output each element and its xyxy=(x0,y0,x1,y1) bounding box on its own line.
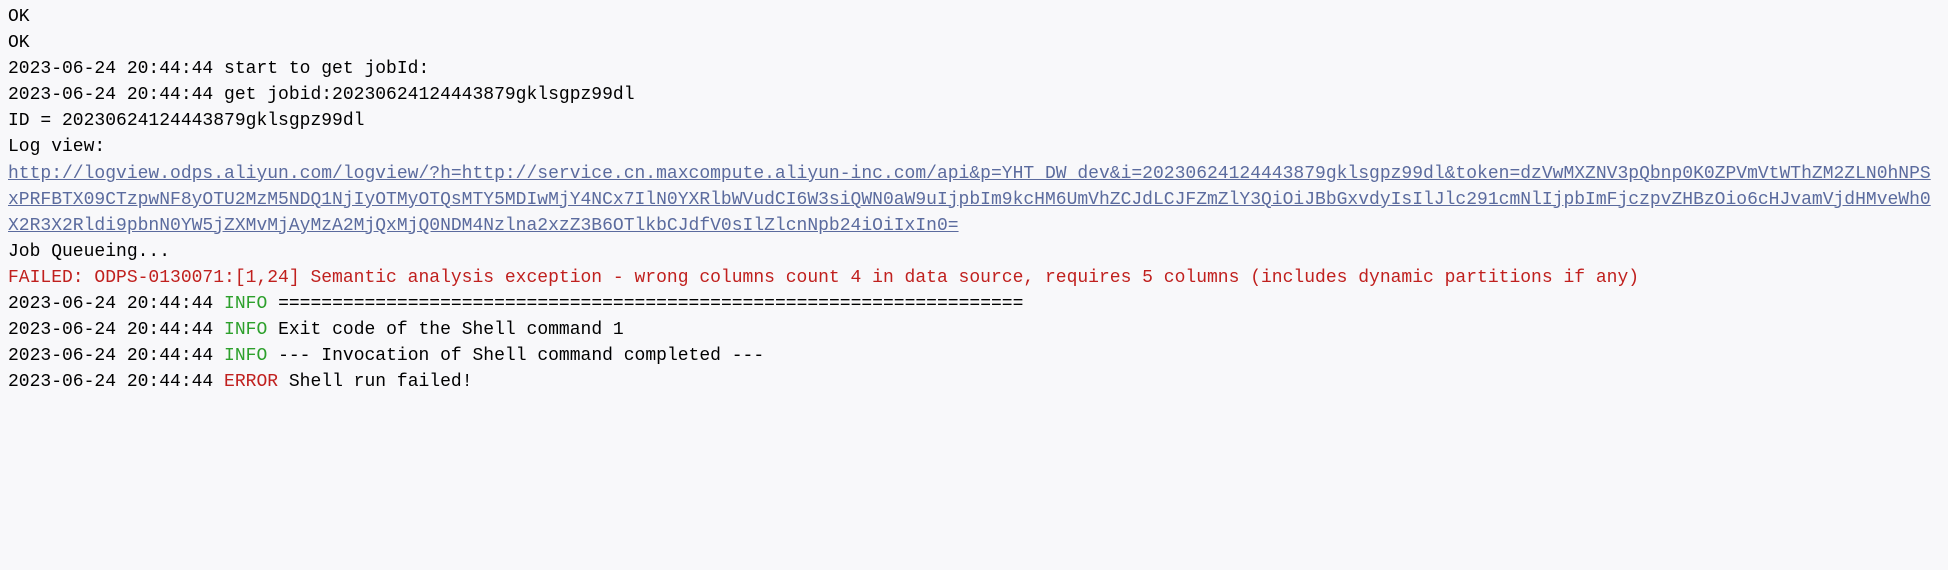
log-line-info-divider: 2023-06-24 20:44:44 INFO ===============… xyxy=(8,291,1940,317)
log-line-logview-label: Log view: xyxy=(8,134,1940,160)
log-line-id: ID = 20230624124443879gklsgpz99dl xyxy=(8,108,1940,134)
log-message: --- Invocation of Shell command complete… xyxy=(278,346,764,366)
log-level-info: INFO xyxy=(224,294,267,314)
log-line-error: 2023-06-24 20:44:44 ERROR Shell run fail… xyxy=(8,369,1940,395)
timestamp: 2023-06-24 20:44:44 xyxy=(8,346,213,366)
log-message: ========================================… xyxy=(278,294,1023,314)
timestamp: 2023-06-24 20:44:44 xyxy=(8,372,213,392)
log-line-ok: OK xyxy=(8,30,1940,56)
log-message: Shell run failed! xyxy=(289,372,473,392)
log-line-info-exitcode: 2023-06-24 20:44:44 INFO Exit code of th… xyxy=(8,317,1940,343)
log-line-get-jobid: 2023-06-24 20:44:44 get jobid:2023062412… xyxy=(8,82,1940,108)
timestamp: 2023-06-24 20:44:44 xyxy=(8,320,213,340)
log-line-ok: OK xyxy=(8,4,1940,30)
timestamp: 2023-06-24 20:44:44 xyxy=(8,294,213,314)
logview-link[interactable]: http://logview.odps.aliyun.com/logview/?… xyxy=(8,164,1931,236)
log-level-info: INFO xyxy=(224,320,267,340)
log-level-error: ERROR xyxy=(224,372,278,392)
log-line-info-completed: 2023-06-24 20:44:44 INFO --- Invocation … xyxy=(8,343,1940,369)
log-line-start-jobid: 2023-06-24 20:44:44 start to get jobId: xyxy=(8,56,1940,82)
log-message: Exit code of the Shell command 1 xyxy=(278,320,624,340)
log-line-queueing: Job Queueing... xyxy=(8,239,1940,265)
log-line-url: http://logview.odps.aliyun.com/logview/?… xyxy=(8,161,1940,239)
log-line-failed: FAILED: ODPS-0130071:[1,24] Semantic ana… xyxy=(8,265,1940,291)
log-level-info: INFO xyxy=(224,346,267,366)
